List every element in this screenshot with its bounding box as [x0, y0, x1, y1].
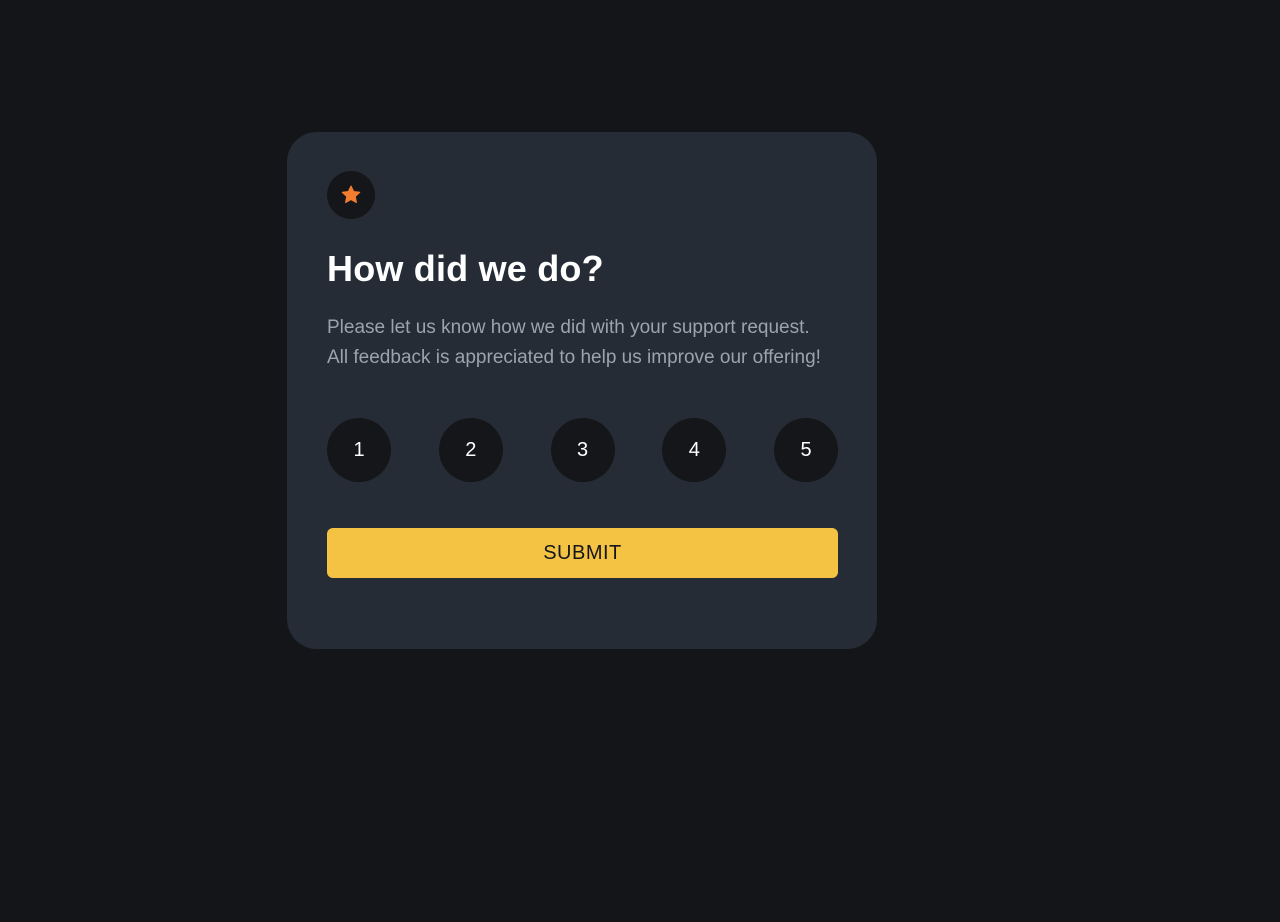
star-icon: [341, 185, 361, 204]
rating-button-1[interactable]: 1: [327, 418, 391, 482]
rating-button-2[interactable]: 2: [438, 418, 503, 482]
rating-options: 1 2 3 4 5: [327, 418, 838, 482]
card-title: How did we do?: [327, 248, 604, 289]
card-description: Please let us know how we did with your …: [327, 317, 821, 368]
rating-button-3[interactable]: 3: [550, 418, 615, 482]
rating-button-5[interactable]: 5: [774, 418, 838, 482]
star-badge: [327, 171, 375, 219]
submit-button[interactable]: SUBMIT: [327, 528, 838, 578]
rating-button-4[interactable]: 4: [662, 418, 727, 482]
rating-card: How did we do? Please let us know how we…: [287, 132, 877, 649]
